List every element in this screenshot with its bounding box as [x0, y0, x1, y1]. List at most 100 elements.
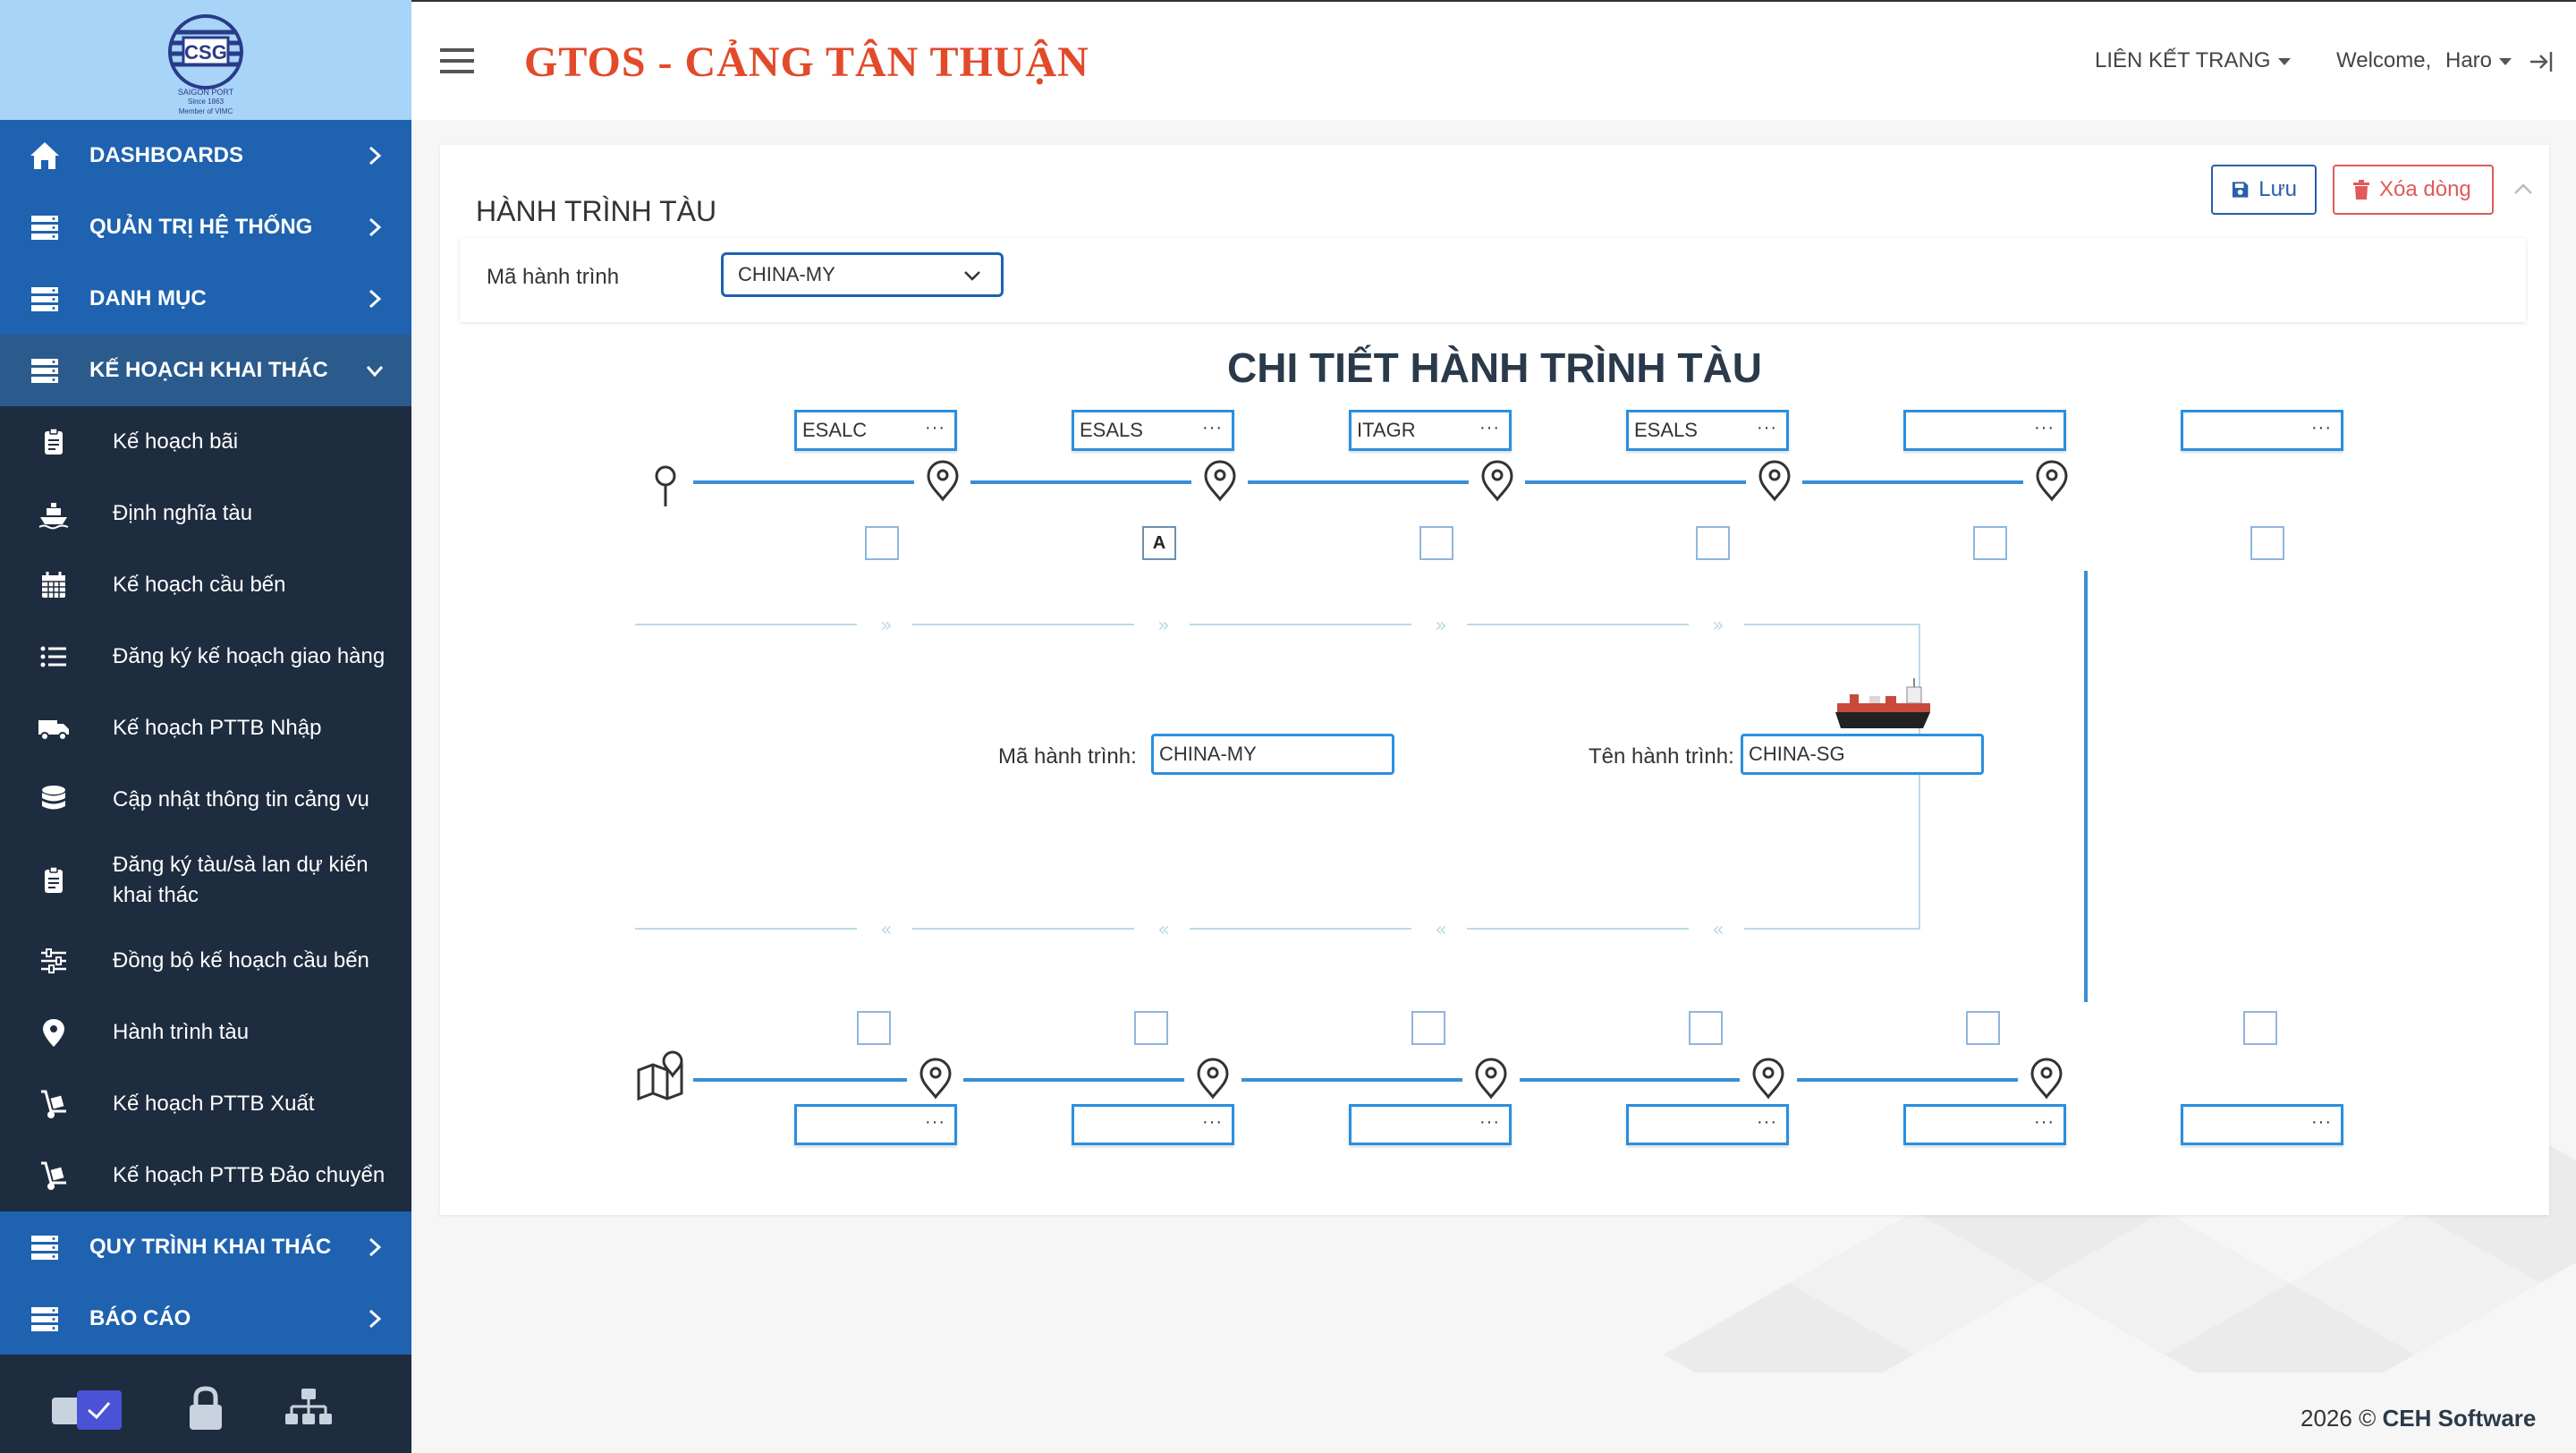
- caret-down-icon: [2499, 57, 2512, 65]
- more-icon[interactable]: ···: [1757, 1112, 1777, 1133]
- sidebar-item-label: BÁO CÁO: [89, 1306, 191, 1330]
- user-dropdown[interactable]: Haro: [2445, 48, 2512, 73]
- bottom-port-1[interactable]: ···: [794, 1104, 957, 1145]
- sidebar-item-operation-plan[interactable]: KẾ HOẠCH KHAI THÁC: [0, 335, 411, 406]
- bottom-port-3[interactable]: ···: [1349, 1104, 1512, 1145]
- bottom-check-3[interactable]: [1411, 1011, 1445, 1045]
- sidebar-item-system-admin[interactable]: QUẢN TRỊ HỆ THỐNG: [0, 191, 411, 263]
- sidebar-item-label: QUẢN TRỊ HỆ THỐNG: [89, 215, 313, 239]
- top-port-5[interactable]: ···: [1903, 410, 2066, 451]
- link-pages-label: LIÊN KẾT TRANG: [2095, 48, 2271, 72]
- sidebar-subitem-label: Đăng ký kế hoạch giao hàng: [113, 644, 386, 668]
- top-port-1[interactable]: ESALC ···: [794, 410, 957, 451]
- server-icon: [31, 1236, 58, 1260]
- top-check-2[interactable]: A: [1142, 526, 1176, 560]
- welcome-text: Welcome,: [2336, 48, 2431, 73]
- sidebar-item-reports[interactable]: BÁO CÁO: [0, 1283, 411, 1355]
- top-port-3[interactable]: ITAGR ···: [1349, 410, 1512, 451]
- dolly-icon: [41, 1161, 66, 1190]
- more-icon[interactable]: ···: [1757, 418, 1777, 438]
- welcome-label: Welcome,: [2336, 48, 2432, 72]
- svg-text:SAIGON PORT: SAIGON PORT: [178, 88, 234, 97]
- more-icon[interactable]: ···: [925, 1112, 945, 1133]
- start-pin-icon: [655, 465, 676, 506]
- sidebar-subitem-label: Đăng ký tàu/sà lan dự kiến khai thác: [113, 853, 369, 907]
- more-icon[interactable]: ···: [1479, 418, 1500, 438]
- sidebar-subitem-label: Kế hoạch cầu bến: [113, 573, 286, 597]
- sidebar-subitem-berth-plan[interactable]: Kế hoạch cầu bến: [0, 549, 411, 621]
- svg-text:«: «: [1712, 919, 1724, 941]
- home-icon: [30, 142, 59, 169]
- more-icon[interactable]: ···: [925, 418, 945, 438]
- end-map-icon: [637, 1050, 683, 1101]
- sidebar-item-operation-process[interactable]: QUY TRÌNH KHAI THÁC: [0, 1211, 411, 1283]
- route-name-label: Tên hành trình:: [1589, 744, 1734, 769]
- sidebar-subitem-port-authority-update[interactable]: Cập nhật thông tin cảng vụ: [0, 764, 411, 836]
- bottom-check-6[interactable]: [2243, 1011, 2277, 1045]
- link-pages-dropdown[interactable]: LIÊN KẾT TRANG: [2095, 48, 2291, 73]
- hamburger-menu-icon[interactable]: [438, 47, 476, 75]
- svg-text:Since 1863: Since 1863: [188, 98, 225, 106]
- sidebar-subitem-vessel-route[interactable]: Hành trình tàu: [0, 997, 411, 1068]
- top-check-4[interactable]: [1696, 526, 1730, 560]
- more-icon[interactable]: ···: [2311, 418, 2332, 438]
- bottom-port-6[interactable]: ···: [2181, 1104, 2343, 1145]
- bottom-port-4[interactable]: ···: [1626, 1104, 1789, 1145]
- app-title: GTOS - CẢNG TÂN THUẬN: [524, 38, 1089, 86]
- sidebar-item-label: DANH MỤC: [89, 286, 207, 310]
- sidebar-subitem-transfer-equipment-plan[interactable]: Kế hoạch PTTB Đảo chuyển: [0, 1140, 411, 1211]
- sidebar-item-dashboards[interactable]: DASHBOARDS: [0, 120, 411, 191]
- sitemap-icon[interactable]: [284, 1387, 333, 1428]
- top-port-4[interactable]: ESALS ···: [1626, 410, 1789, 451]
- more-icon[interactable]: ···: [2034, 1112, 2055, 1133]
- user-name: Haro: [2445, 48, 2493, 72]
- more-icon[interactable]: ···: [1202, 1112, 1223, 1133]
- svg-text:CSG: CSG: [184, 41, 227, 64]
- logo-area[interactable]: CSG SAIGON PORT Since 1863 Member of VIM…: [0, 0, 411, 120]
- chevron-right-icon: [369, 217, 382, 237]
- sidebar-subitem-import-equipment-plan[interactable]: Kế hoạch PTTB Nhập: [0, 693, 411, 764]
- top-port-6[interactable]: ···: [2181, 410, 2343, 451]
- sidebar-subitem-delivery-plan[interactable]: Đăng ký kế hoạch giao hàng: [0, 621, 411, 693]
- sidebar-item-catalog[interactable]: DANH MỤC: [0, 263, 411, 335]
- chevron-down-icon: [366, 366, 384, 378]
- more-icon[interactable]: ···: [1202, 418, 1223, 438]
- sidebar-subitem-vessel-registration[interactable]: Đăng ký tàu/sà lan dự kiến khai thác: [0, 836, 411, 925]
- route-card: HÀNH TRÌNH TÀU Lưu Xóa dòng Mã hành trìn…: [440, 145, 2549, 1215]
- top-check-6[interactable]: [2250, 526, 2284, 560]
- dolly-icon: [41, 1090, 66, 1118]
- sidebar-subitem-vessel-definition[interactable]: Định nghĩa tàu: [0, 478, 411, 549]
- sidebar-subitem-yard-plan[interactable]: Kế hoạch bãi: [0, 406, 411, 478]
- more-icon[interactable]: ···: [1479, 1112, 1500, 1133]
- clipboard-icon: [45, 866, 63, 893]
- top-port-2[interactable]: ESALS ···: [1072, 410, 1234, 451]
- logout-icon[interactable]: [2528, 48, 2555, 75]
- bottom-check-4[interactable]: [1689, 1011, 1723, 1045]
- bottom-check-5[interactable]: [1966, 1011, 2000, 1045]
- bottom-port-2[interactable]: ···: [1072, 1104, 1234, 1145]
- bottom-check-1[interactable]: [857, 1011, 891, 1045]
- top-check-5[interactable]: [1973, 526, 2007, 560]
- more-icon[interactable]: ···: [2311, 1112, 2332, 1133]
- ship-image: [1835, 678, 1930, 728]
- main-content: HÀNH TRÌNH TÀU Lưu Xóa dòng Mã hành trìn…: [411, 120, 2576, 1453]
- route-name-input[interactable]: CHINA-SG: [1741, 734, 1984, 775]
- toggle-checkbox-icon[interactable]: [50, 1389, 125, 1432]
- route-code-input[interactable]: CHINA-MY: [1151, 734, 1394, 775]
- top-check-1[interactable]: [865, 526, 899, 560]
- sidebar-footer: [0, 1365, 411, 1453]
- server-icon: [31, 359, 58, 383]
- server-icon: [31, 216, 58, 240]
- sidebar-subitem-label: Kế hoạch bãi: [113, 429, 239, 454]
- bottom-port-5[interactable]: ···: [1903, 1104, 2066, 1145]
- top-check-3[interactable]: [1419, 526, 1453, 560]
- lock-icon[interactable]: [186, 1385, 225, 1432]
- calendar-icon: [42, 572, 65, 598]
- sidebar-subitem-export-equipment-plan[interactable]: Kế hoạch PTTB Xuất: [0, 1068, 411, 1140]
- bottom-check-2[interactable]: [1134, 1011, 1168, 1045]
- svg-text:»: »: [1435, 615, 1446, 637]
- sidebar-subitem-berth-sync[interactable]: Đồng bộ kế hoạch cầu bến: [0, 925, 411, 997]
- footer-company: CEH Software: [2382, 1405, 2537, 1432]
- svg-text:«: «: [880, 919, 892, 941]
- more-icon[interactable]: ···: [2034, 418, 2055, 438]
